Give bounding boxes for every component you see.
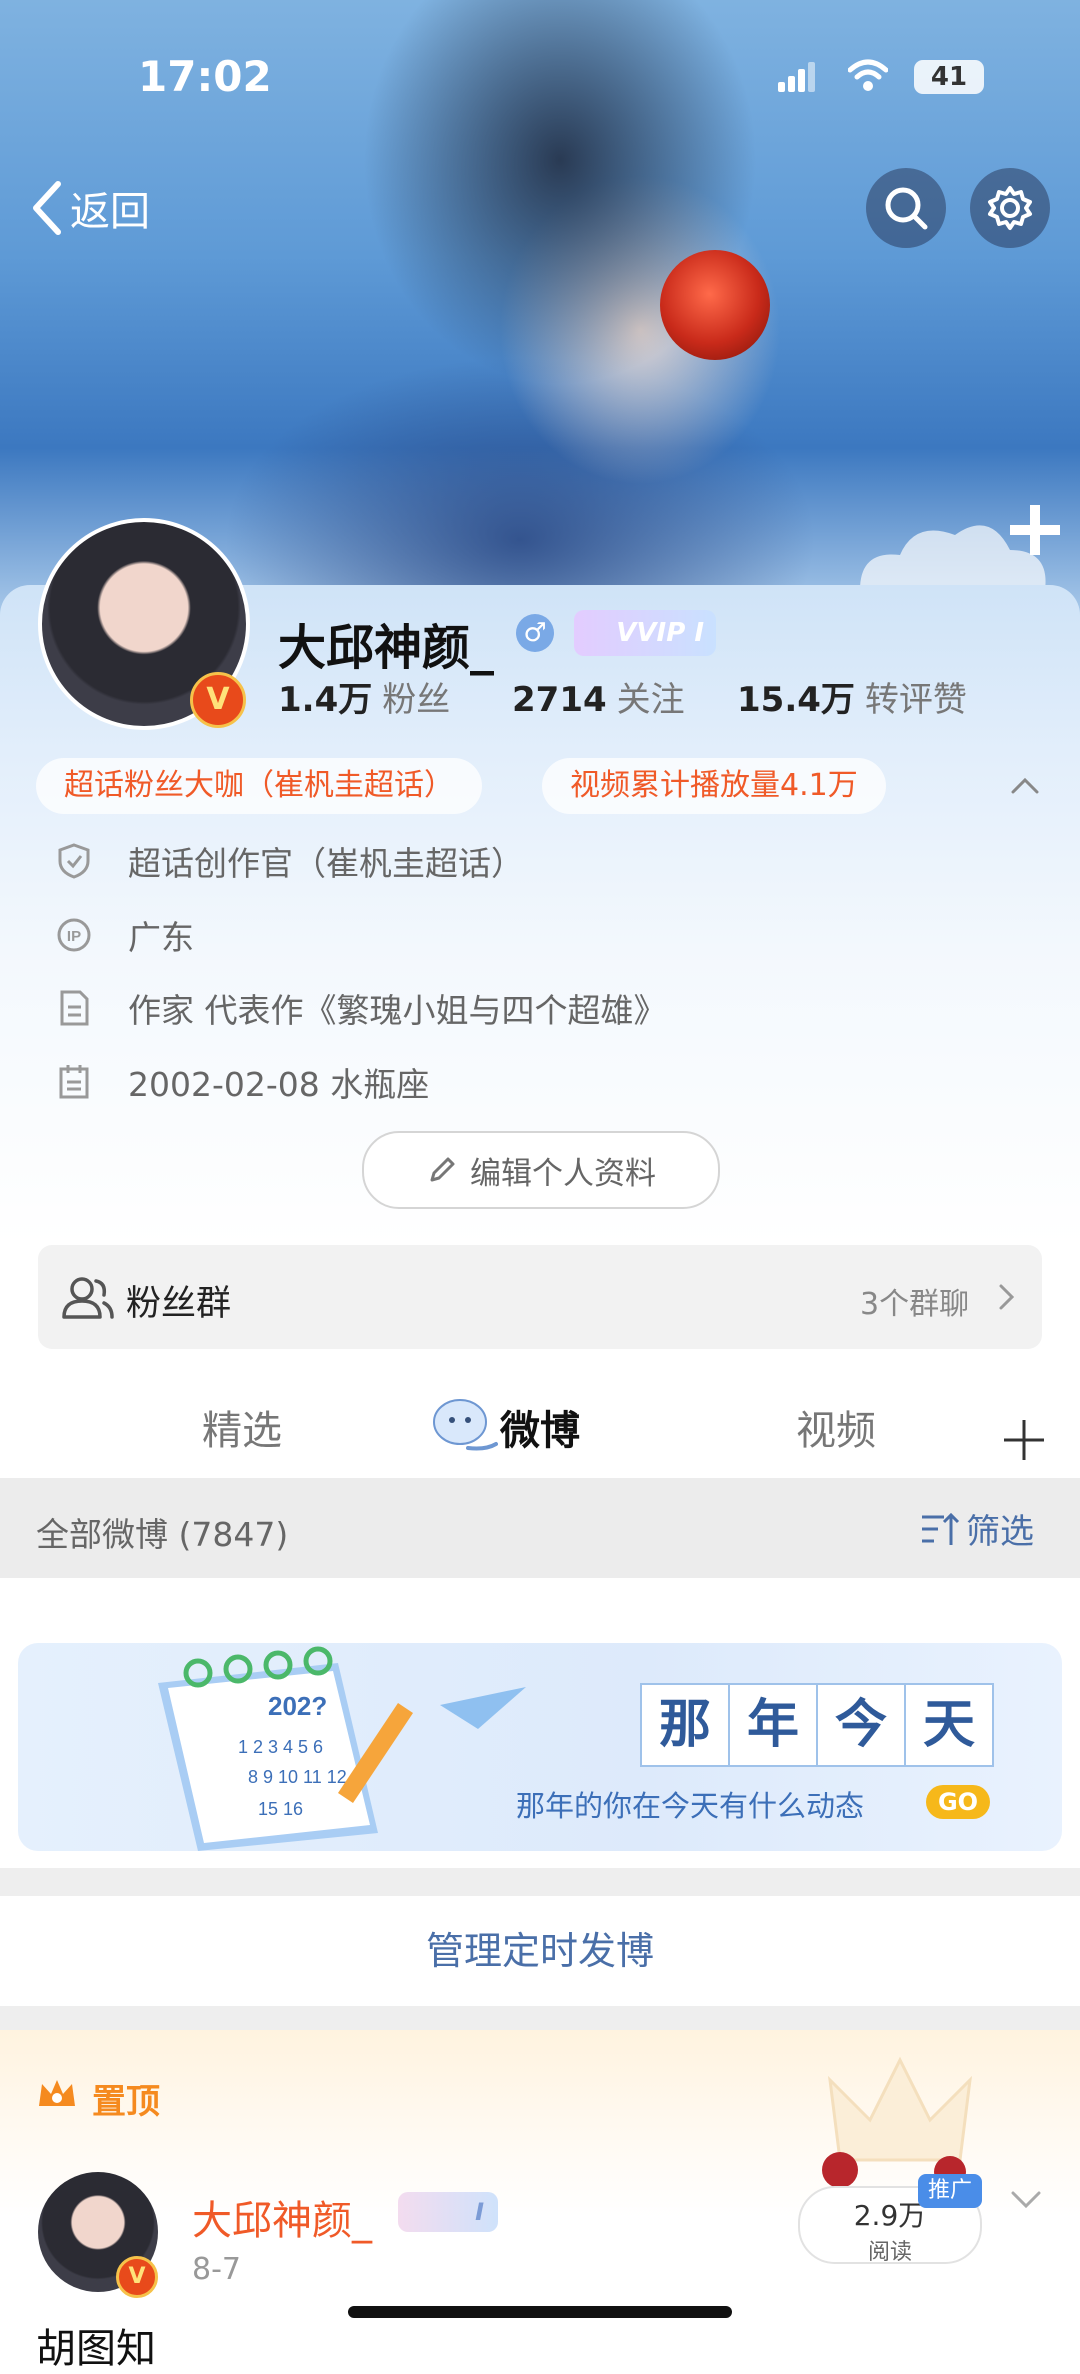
info-title-text: 超话创作官（崔杋圭超话） [128,844,524,883]
vip-badge[interactable]: VVIP I [574,610,716,656]
post-date: 8-7 [192,2252,241,2287]
ip-icon: IP [56,917,92,953]
chevron-up-icon[interactable] [1010,770,1040,800]
back-button[interactable]: 返回 [28,178,150,238]
reads-label: 阅读 [867,2240,912,2265]
edit-profile-label: 编辑个人资料 [470,1155,656,1192]
followers-label: 粉丝 [382,680,451,720]
svg-text:1 2 3 4 5 6: 1 2 3 4 5 6 [238,1737,323,1757]
pencil-icon [430,1157,455,1182]
document-icon [56,990,92,1026]
info-row-title: 超话创作官（崔杋圭超话） [56,836,524,886]
chevron-down-icon[interactable] [1010,2188,1042,2212]
likes-label: 转评赞 [864,680,967,720]
wifi-icon [848,59,888,91]
filter-icon [922,1512,960,1545]
paper-plane-icon [440,1687,526,1729]
search-button[interactable] [866,168,946,248]
fans-group-label: 粉丝群 [126,1284,232,1324]
likes-count: 15.4万 [737,680,855,720]
following-label: 关注 [616,680,685,720]
edit-profile-button[interactable]: 编辑个人资料 [362,1131,720,1209]
tag-video-plays[interactable]: 视频累计播放量4.1万 [542,758,886,814]
section-divider [0,2006,1080,2030]
banner-title-char: 今 [818,1683,906,1767]
banner-subtitle: 那年的你在今天有什么动态 [516,1789,865,1823]
group-icon [62,1277,114,1319]
tab-video[interactable]: 视频 [796,1398,876,1456]
promote-badge[interactable]: 推广 [918,2174,983,2208]
info-row-bio: 作家 代表作《繁瑰小姐与四个超雄》 [56,983,667,1033]
fans-group-count: 3个群聊 [860,1287,970,1322]
settings-button[interactable] [970,168,1050,248]
crown-icon [39,2080,75,2106]
home-indicator[interactable] [348,2306,732,2318]
svg-text:IP: IP [67,928,81,945]
likes-stat[interactable]: 15.4万 转评赞 [737,672,967,721]
filter-button[interactable]: 筛选 [920,1504,1034,1553]
post-author-badge: I [398,2192,498,2232]
followers-count: 1.4万 [278,680,373,720]
pinned-label: 置顶 [92,2082,160,2122]
banner-go-button[interactable]: GO [926,1785,990,1819]
post-author-name[interactable]: 大邱神颜_ [192,2188,372,2246]
battery-icon: 41 [914,60,984,94]
rose-image [660,250,770,360]
chevron-left-icon [33,181,61,235]
on-this-day-banner[interactable]: 202? 1 2 3 4 5 6 8 9 10 11 12 15 16 那 年 … [18,1643,1062,1851]
banner-title-char: 年 [730,1683,818,1767]
banner-title-char: 那 [640,1683,730,1767]
info-row-ip: IP 广东 [56,910,194,960]
banner-year: 202? [268,1691,327,1721]
search-icon [885,187,928,230]
tab-featured[interactable]: 精选 [202,1398,282,1456]
banner-title: 那 年 今 天 [640,1683,994,1767]
info-bio-text: 作家 代表作《繁瑰小姐与四个超雄》 [128,991,667,1030]
all-posts-label[interactable]: 全部微博 (7847) [36,1508,288,1556]
svg-text:15 16: 15 16 [258,1799,303,1819]
status-time: 17:02 [138,52,272,101]
crown-decoration [822,2056,973,2188]
post-verified-badge: V [116,2256,158,2298]
chevron-right-icon [999,1284,1015,1310]
post-text: 胡图知 [36,2326,156,2372]
following-stat[interactable]: 2714 关注 [512,672,685,721]
cross-decoration [1010,505,1060,555]
tag-supertopic[interactable]: 超话粉丝大咖（崔杋圭超话） [36,758,482,814]
fans-group-row[interactable]: 粉丝群 3个群聊 [38,1245,1042,1349]
calendar-illustration: 202? 1 2 3 4 5 6 8 9 10 11 12 15 16 [158,1646,413,1851]
calendar-icon [56,1064,92,1100]
gear-icon [988,186,1032,230]
tab-mascot-icon [428,1392,498,1458]
shield-icon [56,843,92,879]
tab-weibo[interactable]: 微博 [500,1398,580,1456]
male-icon: ♂ [516,614,554,652]
banner-title-char: 天 [906,1683,994,1767]
info-ip-text: 广东 [128,918,194,957]
filter-bar: 全部微博 (7847) 筛选 [0,1478,1080,1578]
back-label: 返回 [70,189,150,235]
profile-name: 大邱神颜_ [278,620,495,676]
add-tab-icon[interactable] [1002,1418,1046,1462]
info-row-birthday: 2002-02-08 水瓶座 [56,1057,429,1107]
svg-text:8 9 10 11 12: 8 9 10 11 12 [248,1767,347,1787]
followers-stat[interactable]: 1.4万 粉丝 [278,672,450,721]
following-count: 2714 [512,680,607,720]
filter-label: 筛选 [966,1512,1034,1552]
section-divider [0,1868,1080,1896]
signal-icon [778,62,818,92]
verified-badge: V [190,672,246,728]
profile-tabs: 精选 微博 视频 [0,1370,1080,1480]
info-birthday-text: 2002-02-08 水瓶座 [128,1065,430,1104]
manage-scheduled-posts[interactable]: 管理定时发博 [0,1896,1080,2006]
